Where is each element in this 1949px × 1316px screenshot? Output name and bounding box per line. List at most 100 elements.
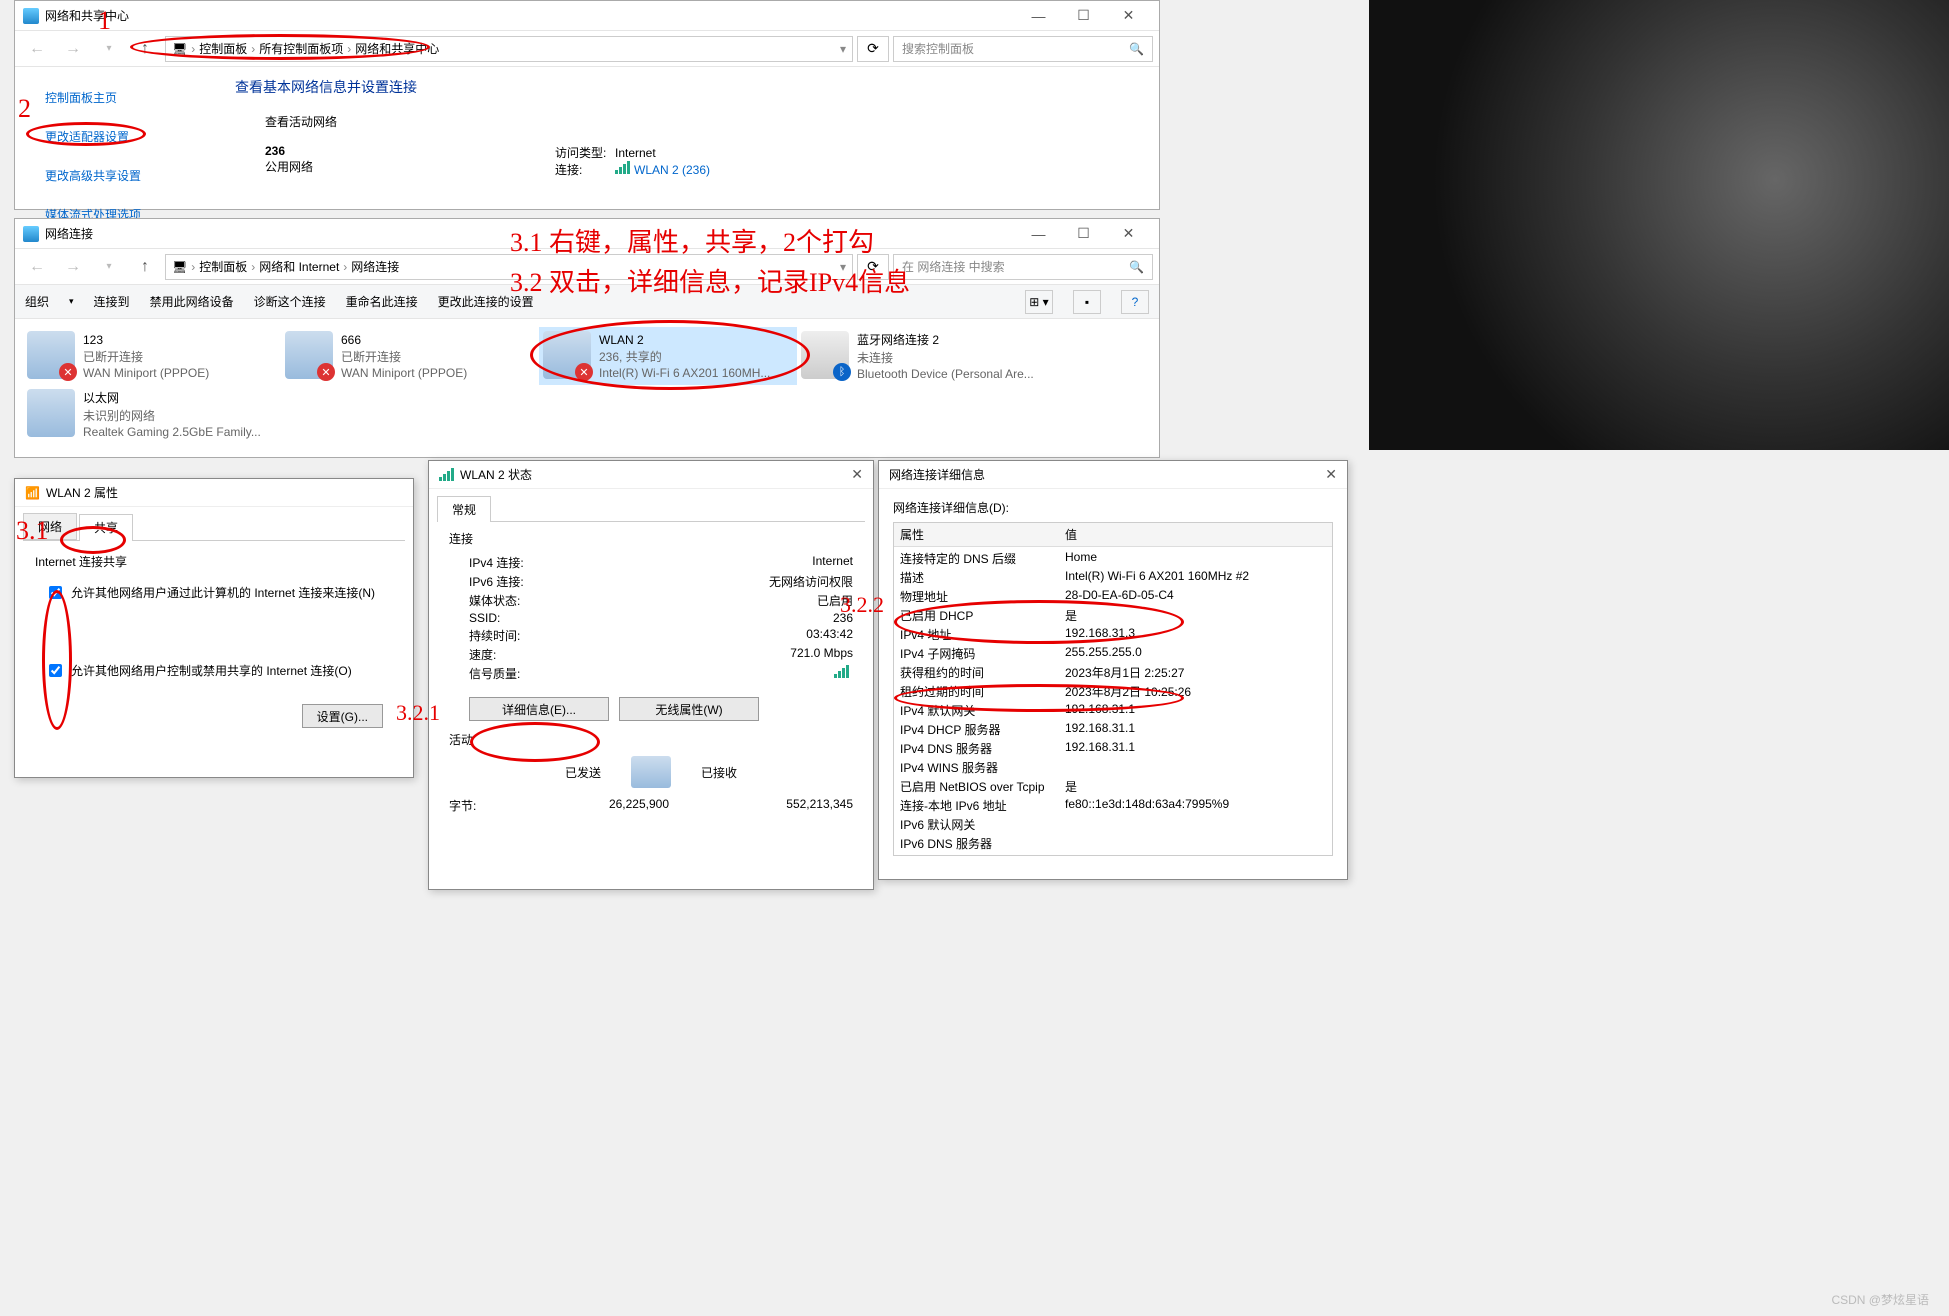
breadcrumb[interactable]: 🖥› 控制面板› 所有控制面板项› 网络和共享中心 ▾: [165, 36, 853, 62]
detail-row: IPv4 DNS 服务器192.168.31.1: [900, 739, 1326, 758]
sidebar-advanced-sharing[interactable]: 更改高级共享设置: [45, 167, 185, 184]
view-icons-button[interactable]: ⊞ ▾: [1025, 290, 1053, 314]
checkbox-allow-control[interactable]: 允许其他网络用户控制或禁用共享的 Internet 连接(O): [45, 662, 383, 680]
close-button[interactable]: ✕: [1106, 219, 1151, 249]
dialog-wlan-properties: 📶 WLAN 2 属性 网络 共享 Internet 连接共享 允许其他网络用户…: [14, 478, 414, 778]
detail-value: 2023年8月1日 2:25:27: [1065, 664, 1184, 681]
detail-value: 28-D0-EA-6D-05-C4: [1065, 588, 1174, 605]
up-button[interactable]: ↑: [129, 35, 161, 63]
network-name: 236: [265, 144, 555, 158]
sidebar-home[interactable]: 控制面板主页: [45, 89, 185, 106]
cmd-change-settings[interactable]: 更改此连接的设置: [438, 293, 534, 310]
forward-button[interactable]: →: [57, 253, 89, 281]
connection-link[interactable]: WLAN 2 (236): [634, 163, 710, 177]
dialog-titlebar[interactable]: 网络连接详细信息 ✕: [879, 461, 1347, 489]
tab-sharing[interactable]: 共享: [79, 514, 133, 541]
conn-device: WAN Miniport (PPPOE): [341, 366, 467, 380]
wireless-properties-button[interactable]: 无线属性(W): [619, 697, 759, 721]
maximize-button[interactable]: ☐: [1061, 219, 1106, 249]
close-button[interactable]: ✕: [1106, 1, 1151, 31]
status-key: 信号质量:: [469, 665, 579, 682]
back-button[interactable]: ←: [21, 253, 53, 281]
connection-item[interactable]: 以太网未识别的网络Realtek Gaming 2.5GbE Family...: [23, 385, 281, 443]
crumb[interactable]: 控制面板: [199, 40, 247, 57]
view-detail-button[interactable]: ▪: [1073, 290, 1101, 314]
detail-row: IPv4 子网掩码255.255.255.0: [900, 644, 1326, 663]
tab-network[interactable]: 网络: [23, 513, 77, 540]
bluetooth-adapter-icon: ᛒ: [801, 331, 849, 379]
bluetooth-badge-icon: ᛒ: [833, 363, 851, 381]
cmd-organize[interactable]: 组织: [25, 293, 49, 310]
chevron-down-icon[interactable]: ▾: [840, 42, 846, 56]
detail-key: 描述: [900, 569, 1065, 586]
detail-key: IPv6 DNS 服务器: [900, 835, 1065, 852]
conn-name: WLAN 2: [599, 333, 770, 347]
access-type-value: Internet: [615, 146, 656, 160]
cmd-rename[interactable]: 重命名此连接: [346, 293, 418, 310]
status-value: [579, 665, 853, 682]
help-button[interactable]: ?: [1121, 290, 1149, 314]
checkbox-input[interactable]: [49, 586, 62, 599]
status-value: 无网络访问权限: [579, 573, 853, 590]
search-input[interactable]: 搜索控制面板 🔍: [893, 36, 1153, 62]
refresh-button[interactable]: ⟳: [857, 36, 889, 62]
chevron-down-icon[interactable]: ▾: [840, 260, 846, 274]
dialog-titlebar[interactable]: WLAN 2 状态 ✕: [429, 461, 873, 489]
disconnected-badge-icon: ✕: [575, 363, 593, 381]
checkbox-label: 允许其他网络用户通过此计算机的 Internet 连接来连接(N): [71, 584, 375, 601]
dialog-wlan-status: WLAN 2 状态 ✕ 常规 连接 IPv4 连接:InternetIPv6 连…: [428, 460, 874, 890]
dialog-title: WLAN 2 状态: [460, 466, 532, 483]
connection-item[interactable]: ✕123已断开连接WAN Miniport (PPPOE): [23, 327, 281, 385]
close-button[interactable]: ✕: [851, 466, 863, 483]
dialog-titlebar[interactable]: 📶 WLAN 2 属性: [15, 479, 413, 507]
back-button[interactable]: ←: [21, 35, 53, 63]
settings-button[interactable]: 设置(G)...: [302, 704, 383, 728]
titlebar[interactable]: 网络和共享中心 — ☐ ✕: [15, 1, 1159, 31]
adapter-icon: ✕: [27, 331, 75, 379]
tab-general[interactable]: 常规: [437, 496, 491, 522]
connection-item[interactable]: ✕WLAN 2236, 共享的Intel(R) Wi-Fi 6 AX201 16…: [539, 327, 797, 385]
detail-row: IPv4 默认网关192.168.31.1: [900, 701, 1326, 720]
close-button[interactable]: ✕: [1325, 466, 1337, 483]
search-input[interactable]: 在 网络连接 中搜索 🔍: [893, 254, 1153, 280]
minimize-button[interactable]: —: [1016, 1, 1061, 31]
detail-value: 是: [1065, 778, 1077, 795]
refresh-button[interactable]: ⟳: [857, 254, 889, 280]
cmd-diagnose[interactable]: 诊断这个连接: [254, 293, 326, 310]
titlebar[interactable]: 网络连接 — ☐ ✕: [15, 219, 1159, 249]
connection-item[interactable]: ᛒ蓝牙网络连接 2未连接Bluetooth Device (Personal A…: [797, 327, 1055, 385]
detail-key: 租约过期的时间: [900, 683, 1065, 700]
crumb[interactable]: 所有控制面板项: [259, 40, 343, 57]
checkbox-input[interactable]: [49, 664, 62, 677]
crumb[interactable]: 网络和 Internet: [259, 258, 339, 275]
tabs: 网络 共享: [23, 513, 405, 541]
main-content: 查看基本网络信息并设置连接 查看活动网络 236 公用网络 访问类型:Inter…: [235, 77, 1149, 178]
cmd-connect-to[interactable]: 连接到: [94, 293, 130, 310]
forward-button[interactable]: →: [57, 35, 89, 63]
search-icon: 🔍: [1129, 260, 1144, 274]
crumb[interactable]: 网络连接: [351, 258, 399, 275]
detail-row: IPv6 DNS 服务器: [900, 834, 1326, 853]
crumb[interactable]: 控制面板: [199, 258, 247, 275]
detail-row: IPv6 默认网关: [900, 815, 1326, 834]
minimize-button[interactable]: —: [1016, 219, 1061, 249]
details-button[interactable]: 详细信息(E)...: [469, 697, 609, 721]
sent-label: 已发送: [565, 764, 601, 781]
connection-item[interactable]: ✕666已断开连接WAN Miniport (PPPOE): [281, 327, 539, 385]
signal-icon: [439, 468, 454, 481]
checkbox-allow-share[interactable]: 允许其他网络用户通过此计算机的 Internet 连接来连接(N): [45, 584, 383, 602]
detail-row: 连接-本地 IPv6 地址fe80::1e3d:148d:63a4:7995%9: [900, 796, 1326, 815]
status-value: 已启用: [579, 592, 853, 609]
recent-button[interactable]: ▾: [93, 35, 125, 63]
maximize-button[interactable]: ☐: [1061, 1, 1106, 31]
sidebar-adapter-settings[interactable]: 更改适配器设置: [45, 128, 185, 145]
breadcrumb[interactable]: 🖥› 控制面板› 网络和 Internet› 网络连接 ▾: [165, 254, 853, 280]
detail-key: 连接特定的 DNS 后缀: [900, 550, 1065, 567]
detail-row: IPv4 DHCP 服务器192.168.31.1: [900, 720, 1326, 739]
detail-row: 物理地址28-D0-EA-6D-05-C4: [900, 587, 1326, 606]
recent-button[interactable]: ▾: [93, 253, 125, 281]
cmd-disable[interactable]: 禁用此网络设备: [150, 293, 234, 310]
up-button[interactable]: ↑: [129, 253, 161, 281]
crumb[interactable]: 网络和共享中心: [355, 40, 439, 57]
wifi-icon: 📶: [25, 486, 40, 500]
